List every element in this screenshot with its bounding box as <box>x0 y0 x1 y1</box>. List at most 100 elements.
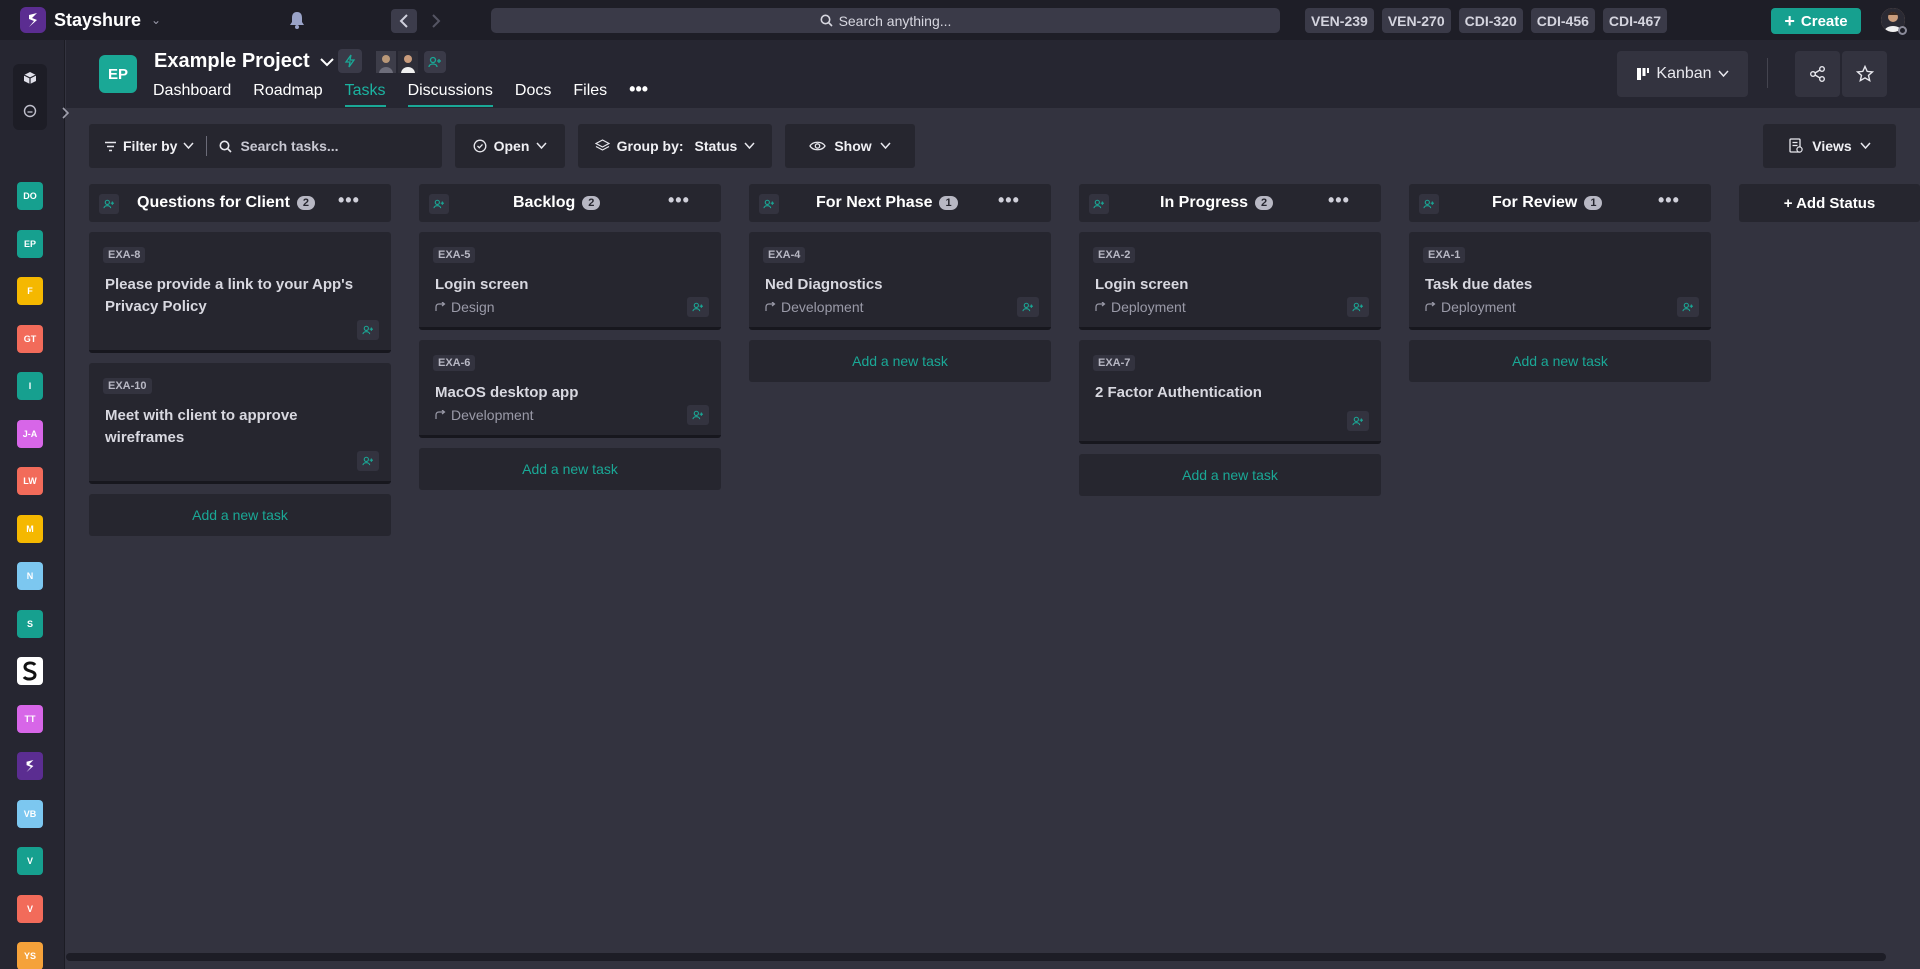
assign-user-icon[interactable] <box>1347 411 1369 431</box>
tab-roadmap[interactable]: Roadmap <box>253 82 322 105</box>
column-header: For Review 1 ••• <box>1409 184 1711 222</box>
project-code: EP <box>23 238 36 249</box>
add-user-icon[interactable] <box>429 194 449 214</box>
sidebar-project-item[interactable]: V <box>17 847 43 875</box>
global-search[interactable]: Search anything... <box>491 8 1280 33</box>
task-search-input[interactable]: Search tasks... <box>219 138 339 154</box>
show-label: Show <box>834 138 872 154</box>
task-card[interactable]: EXA-10 Meet with client to approve wirefr… <box>89 363 391 484</box>
task-card[interactable]: EXA-4 Ned Diagnostics Development <box>749 232 1051 330</box>
task-card[interactable]: EXA-2 Login screen Deployment <box>1079 232 1381 330</box>
sidebar-project-item[interactable]: M <box>17 514 43 543</box>
cube-icon[interactable] <box>23 71 37 90</box>
project-title[interactable]: Example Project <box>154 50 334 73</box>
tab-files[interactable]: Files <box>573 82 607 105</box>
task-key: EXA-10 <box>103 378 152 394</box>
tab-tasks[interactable]: Tasks <box>344 82 386 107</box>
notifications-bell-icon[interactable] <box>287 10 307 30</box>
status-filter-button[interactable]: Open <box>455 124 565 168</box>
add-user-icon[interactable] <box>1419 194 1439 214</box>
sidebar-project-item[interactable]: EP <box>11 223 49 264</box>
sidebar-project-item[interactable]: S <box>17 609 43 638</box>
column-title-text: Backlog <box>513 194 576 211</box>
task-key: EXA-5 <box>433 247 476 263</box>
forward-button[interactable] <box>423 9 449 33</box>
add-status-button[interactable]: + Add Status <box>1739 184 1920 222</box>
recent-issue-chip[interactable]: VEN-239 <box>1305 8 1374 33</box>
sidebar-project-item[interactable]: V <box>17 894 43 923</box>
sidebar-project-item[interactable]: F <box>17 277 43 305</box>
search-icon <box>820 14 833 27</box>
assign-user-icon[interactable] <box>1347 297 1369 317</box>
show-button[interactable]: Show <box>785 124 915 168</box>
sidebar-project-item[interactable]: J-A <box>17 419 43 448</box>
board-horizontal-scrollbar[interactable] <box>66 953 1886 961</box>
tab-dashboard[interactable]: Dashboard <box>153 82 231 105</box>
add-user-icon[interactable] <box>759 194 779 214</box>
check-circle-icon <box>473 139 487 153</box>
add-task-button[interactable]: Add a new task <box>1409 340 1711 382</box>
view-label: Kanban <box>1656 65 1712 82</box>
add-task-button[interactable]: Add a new task <box>1079 454 1381 496</box>
recent-issue-chip[interactable]: CDI-456 <box>1530 8 1595 33</box>
recent-issue-chip[interactable]: CDI-467 <box>1602 8 1668 33</box>
add-task-button[interactable]: Add a new task <box>419 448 721 490</box>
add-member-button[interactable] <box>424 51 446 73</box>
more-tabs-icon[interactable]: ••• <box>629 80 648 105</box>
assign-user-icon[interactable] <box>357 451 379 471</box>
back-button[interactable] <box>391 9 417 33</box>
column-count-badge: 2 <box>582 196 601 210</box>
favorite-button[interactable] <box>1842 51 1887 97</box>
filter-button[interactable]: Filter by <box>104 138 195 154</box>
task-card[interactable]: EXA-7 2 Factor Authentication <box>1079 340 1381 444</box>
share-icon <box>1809 66 1825 82</box>
sidebar-project-item[interactable] <box>17 657 43 685</box>
member-avatar[interactable] <box>376 51 396 73</box>
automation-button[interactable] <box>338 49 362 73</box>
sidebar-project-item[interactable]: VB <box>17 799 43 828</box>
column-menu-icon[interactable]: ••• <box>1658 190 1680 211</box>
sidebar-project-item[interactable]: TT <box>17 704 43 733</box>
chat-icon[interactable] <box>23 104 37 123</box>
column-menu-icon[interactable]: ••• <box>338 190 360 211</box>
task-title: MacOS desktop app <box>435 384 579 401</box>
sidebar-project-item[interactable]: DO <box>17 182 43 210</box>
project-code: LW <box>23 476 37 486</box>
task-card[interactable]: EXA-6 MacOS desktop app Development <box>419 340 721 438</box>
task-parent-label: Development <box>781 299 864 315</box>
sidebar-project-item[interactable] <box>17 752 43 780</box>
sidebar-project-item[interactable]: N <box>17 562 43 590</box>
tab-discussions[interactable]: Discussions <box>407 82 494 107</box>
views-button[interactable]: Views <box>1763 124 1896 168</box>
add-task-button[interactable]: Add a new task <box>749 340 1051 382</box>
workspace-switcher[interactable]: Stayshure ⌄ <box>20 7 161 33</box>
share-button[interactable] <box>1795 51 1840 97</box>
assign-user-icon[interactable] <box>687 297 709 317</box>
column-menu-icon[interactable]: ••• <box>1328 190 1350 211</box>
tab-docs[interactable]: Docs <box>515 82 551 105</box>
task-card[interactable]: EXA-1 Task due dates Deployment <box>1409 232 1711 330</box>
assign-user-icon[interactable] <box>687 405 709 425</box>
add-task-button[interactable]: Add a new task <box>89 494 391 536</box>
column-menu-icon[interactable]: ••• <box>668 190 690 211</box>
add-user-icon[interactable] <box>1089 194 1109 214</box>
assign-user-icon[interactable] <box>1677 297 1699 317</box>
add-user-icon[interactable] <box>99 194 119 214</box>
column-menu-icon[interactable]: ••• <box>998 190 1020 211</box>
create-button[interactable]: + Create <box>1771 8 1861 34</box>
view-selector[interactable]: Kanban <box>1617 51 1748 97</box>
task-title: Meet with client to approve wireframes <box>105 407 298 446</box>
assign-user-icon[interactable] <box>357 320 379 340</box>
sidebar-project-item[interactable]: GT <box>17 324 43 353</box>
task-card[interactable]: EXA-8 Please provide a link to your App's… <box>89 232 391 353</box>
sidebar-project-item[interactable]: I <box>17 372 43 400</box>
assign-user-icon[interactable] <box>1017 297 1039 317</box>
recent-issue-chip[interactable]: VEN-270 <box>1381 8 1451 33</box>
task-card[interactable]: EXA-5 Login screen Design <box>419 232 721 330</box>
column-header: Backlog 2 ••• <box>419 184 721 222</box>
recent-issue-chip[interactable]: CDI-320 <box>1458 8 1523 33</box>
member-avatar[interactable] <box>398 51 418 73</box>
sidebar-project-item[interactable]: LW <box>17 467 43 495</box>
group-by-button[interactable]: Group by: Status <box>578 124 772 168</box>
sidebar-project-item[interactable]: YS <box>17 942 43 969</box>
